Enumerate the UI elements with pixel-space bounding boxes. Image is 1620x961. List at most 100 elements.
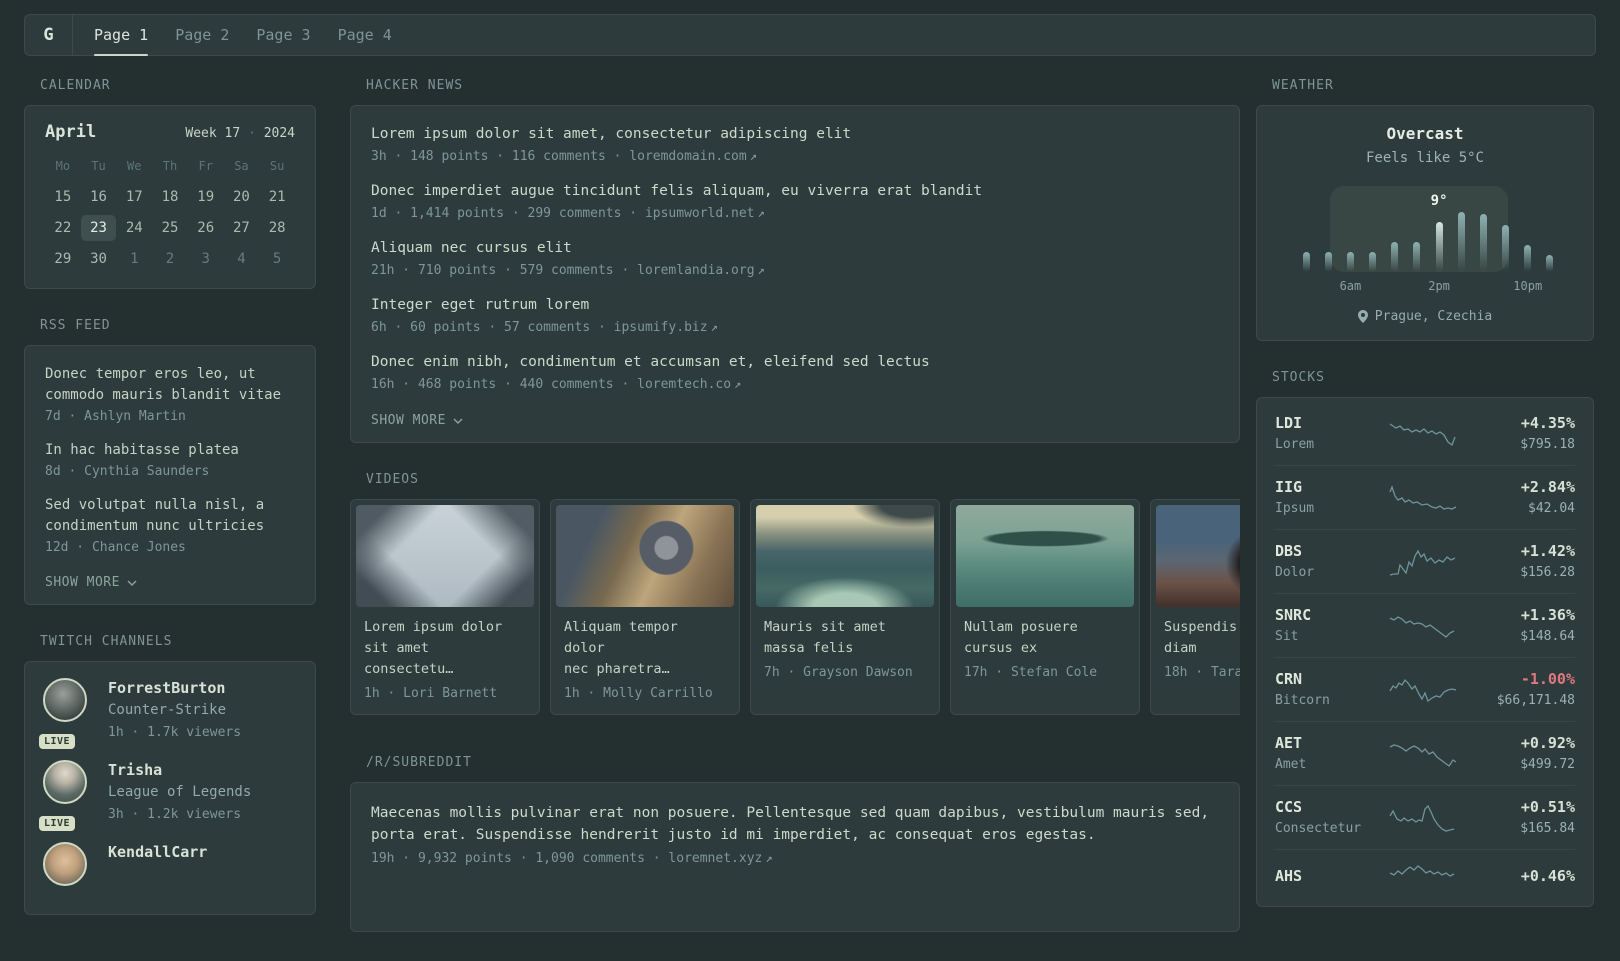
- hn-item-meta: 21h · 710 points · 579 comments · loreml…: [371, 263, 1219, 278]
- weather-location: Prague, Czechia: [1277, 309, 1573, 324]
- stock-name: Sit: [1275, 629, 1299, 644]
- twitch-avatar-wrap: LIVE: [39, 678, 91, 749]
- hn-item: Lorem ipsum dolor sit amet, consectetur …: [371, 124, 1219, 164]
- twitch-channel-name[interactable]: KendallCarr: [108, 842, 207, 862]
- calendar-card: April Week 17 · 2024 Mo Tu We Th Fr Sa Su 15 16…: [24, 105, 316, 289]
- tab-page-1[interactable]: Page 1: [94, 15, 149, 56]
- video-title[interactable]: Suspendis diam: [1164, 617, 1240, 659]
- stock-id: SNRC Sit: [1275, 605, 1373, 646]
- stock-change: +0.92%: [1520, 734, 1575, 752]
- video-title[interactable]: Lorem ipsum dolor sit amet consectetu…: [364, 617, 526, 680]
- stock-id: AET Amet: [1275, 733, 1373, 774]
- calendar-day: 28: [268, 220, 286, 236]
- stock-price: $148.64: [1520, 629, 1575, 644]
- hn-item-meta: 1d · 1,414 points · 299 comments · ipsum…: [371, 206, 1219, 221]
- hn-item-title[interactable]: Donec imperdiet augue tincidunt felis al…: [371, 181, 1219, 202]
- hn-item-title[interactable]: Donec enim nibh, condimentum et accumsan…: [371, 352, 1219, 373]
- stock-row[interactable]: LDI Lorem +4.35% $795.18: [1275, 402, 1575, 465]
- video-card[interactable]: Lorem ipsum dolor sit amet consectetu… 1h…: [350, 499, 540, 715]
- stock-row[interactable]: AHS +0.46%: [1275, 849, 1575, 902]
- hackernews-section-label: HACKER NEWS: [366, 78, 464, 93]
- video-meta: 17h · Stefan Cole: [964, 665, 1098, 680]
- stock-symbol: CRN: [1275, 670, 1303, 688]
- calendar-day: 2: [165, 251, 175, 267]
- calendar-weekday: Tu: [91, 159, 106, 173]
- twitch-channel[interactable]: LIVE ForrestBurton Counter-Strike 1h · 1.7k…: [39, 678, 297, 749]
- hn-item-meta: 6h · 60 points · 57 comments · ipsumify.…: [371, 320, 1219, 335]
- stock-symbol: CCS: [1275, 798, 1303, 816]
- video-title[interactable]: Mauris sit amet massa felis: [764, 617, 926, 659]
- top-navigation: G Page 1 Page 2 Page 3 Page 4: [24, 14, 1596, 56]
- stock-price: $42.04: [1528, 501, 1575, 516]
- video-thumbnail[interactable]: [556, 505, 734, 607]
- rss-item-title[interactable]: In hac habitasse platea: [45, 440, 295, 461]
- weather-section-label: WEATHER: [1272, 78, 1334, 93]
- stock-sparkline: [1373, 547, 1473, 577]
- rss-list: Donec tempor eros leo, ut commodo mauris…: [45, 364, 295, 555]
- twitch-channel[interactable]: LIVE Trisha League of Legends 3h · 1.2k vie…: [39, 760, 297, 831]
- stock-change: -1.00%: [1520, 670, 1575, 688]
- subreddit-post-domain[interactable]: loremnet.xyz: [668, 851, 762, 866]
- subreddit-post-title[interactable]: Maecenas mollis pulvinar erat non posuer…: [371, 802, 1219, 846]
- stock-price: $156.28: [1520, 565, 1575, 580]
- stock-name: Dolor: [1275, 565, 1315, 580]
- hn-item-title[interactable]: Lorem ipsum dolor sit amet, consectetur …: [371, 124, 1219, 145]
- hn-item-domain[interactable]: loremlandia.org: [637, 263, 754, 278]
- twitch-channel-name[interactable]: ForrestBurton: [108, 678, 241, 698]
- stock-name: Consectetur: [1275, 821, 1362, 836]
- tab-page-2[interactable]: Page 2: [175, 15, 229, 55]
- stock-row[interactable]: DBS Dolor +1.42% $156.28: [1275, 529, 1575, 593]
- show-more-button[interactable]: SHOW MORE: [45, 575, 137, 590]
- stock-row[interactable]: SNRC Sit +1.36% $148.64: [1275, 593, 1575, 657]
- twitch-channel-info: KendallCarr: [108, 842, 207, 886]
- video-thumbnail[interactable]: [956, 505, 1134, 607]
- app-logo[interactable]: G: [25, 15, 73, 55]
- stock-row[interactable]: AET Amet +0.92% $499.72: [1275, 721, 1575, 785]
- rss-item-meta: 8d · Cynthia Saunders: [45, 464, 210, 479]
- calendar-weekday: Mo: [55, 159, 71, 173]
- stock-row[interactable]: CCS Consectetur +0.51% $165.84: [1275, 785, 1575, 849]
- meta-separator: ·: [613, 377, 638, 392]
- stock-row[interactable]: IIG Ipsum +2.84% $42.04: [1275, 465, 1575, 529]
- tab-page-4[interactable]: Page 4: [338, 15, 392, 55]
- video-thumbnail[interactable]: [756, 505, 934, 607]
- stock-name: Bitcorn: [1275, 693, 1330, 708]
- calendar-day: 26: [197, 220, 215, 236]
- weather-widget: WEATHER Overcast Feels like 5°C 9° 6am 2p…: [1256, 78, 1594, 341]
- calendar-week-year: Week 17 · 2024: [185, 126, 295, 141]
- calendar-day: 23: [80, 215, 117, 241]
- twitch-channel-name[interactable]: Trisha: [108, 760, 251, 780]
- rss-item-title[interactable]: Sed volutpat nulla nisl, a condimentum n…: [45, 495, 295, 537]
- calendar-day: 25: [161, 220, 179, 236]
- twitch-channel[interactable]: KendallCarr: [43, 842, 297, 886]
- hn-item-domain[interactable]: ipsumworld.net: [645, 206, 755, 221]
- video-thumbnail[interactable]: [1156, 505, 1240, 607]
- calendar-day: 4: [237, 251, 246, 267]
- video-title[interactable]: Nullam posuere cursus ex: [964, 617, 1126, 659]
- video-card[interactable]: Nullam posuere cursus ex 17h · Stefan Col…: [950, 499, 1140, 715]
- stock-values: +4.35% $795.18: [1473, 413, 1575, 454]
- tab-page-3[interactable]: Page 3: [256, 15, 310, 55]
- video-card[interactable]: Suspendis diam 18h · Tara: [1150, 499, 1240, 715]
- stock-change: +1.42%: [1520, 542, 1575, 560]
- live-badge: LIVE: [39, 816, 76, 831]
- meta-separator: ·: [605, 149, 630, 164]
- stock-row[interactable]: CRN Bitcorn -1.00% $66,171.48: [1275, 657, 1575, 721]
- hn-item-domain[interactable]: loremtech.co: [637, 377, 731, 392]
- video-thumbnail[interactable]: [356, 505, 534, 607]
- video-title[interactable]: Aliquam tempor dolor nec pharetra…: [564, 617, 726, 680]
- rss-item-title[interactable]: Donec tempor eros leo, ut commodo mauris…: [45, 364, 295, 406]
- video-card[interactable]: Mauris sit amet massa felis 7h · Grayson …: [750, 499, 940, 715]
- video-meta: 1h · Molly Carrillo: [564, 686, 713, 701]
- stock-change: +4.35%: [1520, 414, 1575, 432]
- hn-item-domain[interactable]: ipsumify.biz: [614, 320, 708, 335]
- hn-item: Donec enim nibh, condimentum et accumsan…: [371, 352, 1219, 392]
- hn-item-title[interactable]: Aliquam nec cursus elit: [371, 238, 1219, 259]
- twitch-channel-game: Counter-Strike: [108, 702, 227, 718]
- video-card[interactable]: Aliquam tempor dolor nec pharetra… 1h · M…: [550, 499, 740, 715]
- stock-sparkline: [1373, 675, 1473, 705]
- hn-item-title[interactable]: Integer eget rutrum lorem: [371, 295, 1219, 316]
- hn-item-domain[interactable]: loremdomain.com: [629, 149, 746, 164]
- weather-bar: [1524, 245, 1532, 272]
- show-more-button[interactable]: SHOW MORE: [371, 413, 463, 428]
